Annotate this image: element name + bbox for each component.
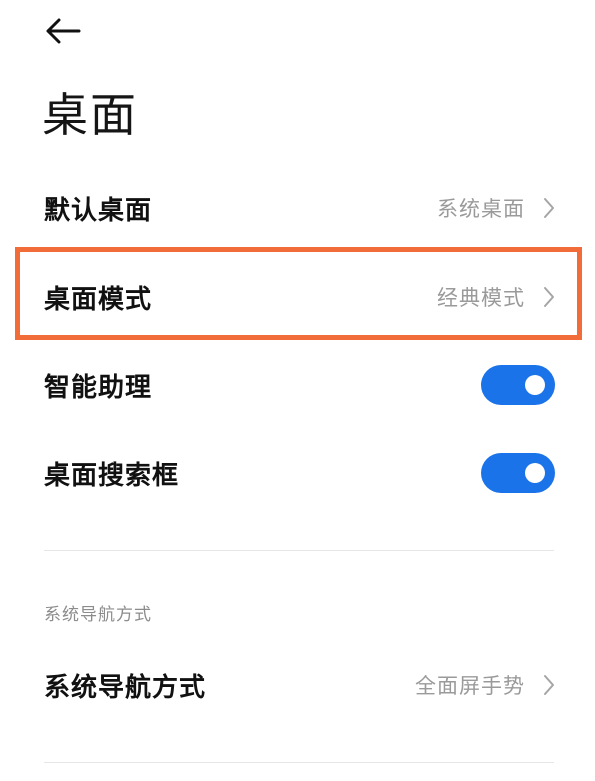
row-label: 智能助理	[44, 372, 153, 403]
launcher-mode-row[interactable]: 桌面模式 经典模式	[0, 253, 595, 341]
home-search-bar-toggle[interactable]	[481, 453, 555, 493]
row-label: 桌面模式	[44, 284, 153, 315]
toggle-knob	[525, 375, 545, 395]
default-launcher-row[interactable]: 默认桌面 系统桌面	[0, 164, 595, 252]
chevron-right-icon	[541, 196, 557, 220]
system-navigation-row[interactable]: 系统导航方式 全面屏手势	[0, 641, 595, 729]
back-button[interactable]	[38, 10, 88, 52]
row-value: 系统桌面	[437, 197, 525, 221]
home-search-bar-row: 桌面搜索框	[0, 429, 595, 517]
toggle-knob	[525, 463, 545, 483]
row-label: 系统导航方式	[44, 672, 207, 703]
row-label: 桌面搜索框	[44, 460, 180, 491]
smart-assistant-row: 智能助理	[0, 341, 595, 429]
page-title: 桌面	[42, 88, 138, 142]
section-header: 系统导航方式	[44, 605, 152, 625]
chevron-right-icon	[541, 285, 557, 309]
row-value: 经典模式	[437, 286, 525, 310]
settings-screen: 桌面 默认桌面 系统桌面 桌面模式 经典模式 智能助理 桌面搜索框 系统导航方式…	[0, 0, 595, 781]
divider	[44, 762, 554, 763]
smart-assistant-toggle[interactable]	[481, 365, 555, 405]
row-value: 全面屏手势	[415, 674, 525, 698]
arrow-left-icon	[46, 18, 81, 44]
chevron-right-icon	[541, 673, 557, 697]
row-label: 默认桌面	[44, 195, 153, 226]
divider	[44, 550, 554, 551]
